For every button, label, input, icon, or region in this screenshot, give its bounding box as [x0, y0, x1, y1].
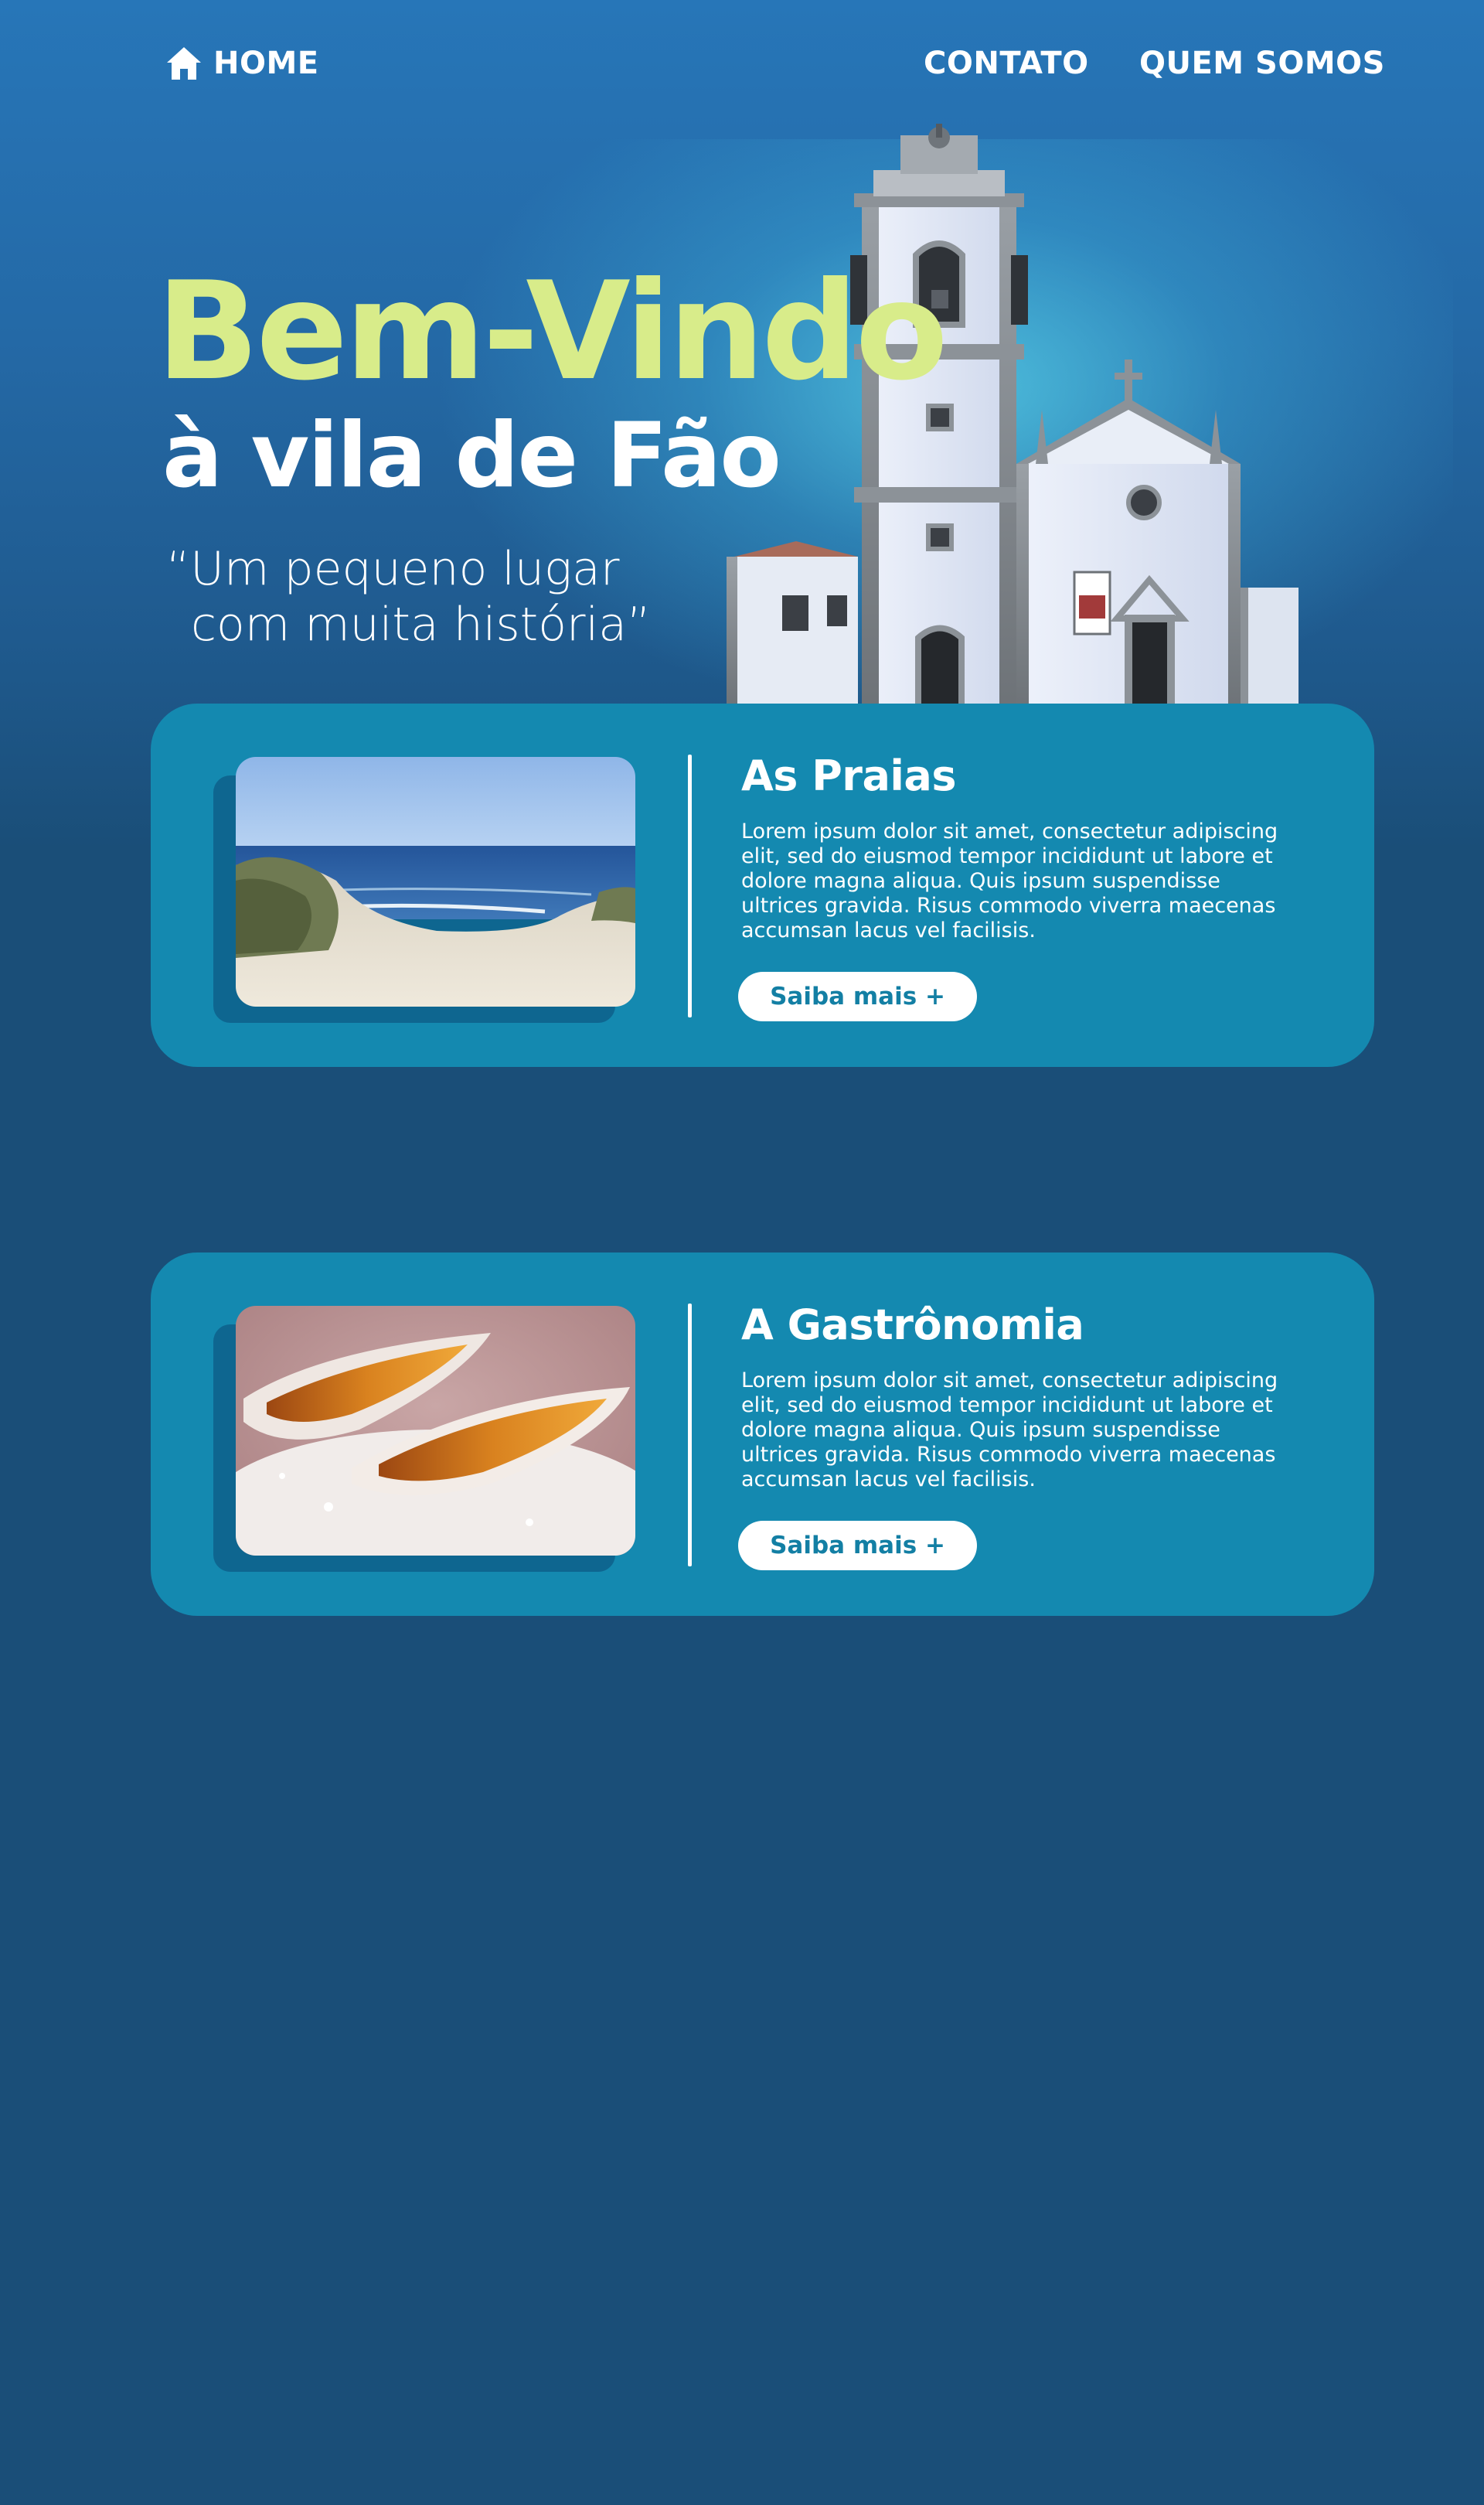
card-divider: [688, 755, 692, 1017]
hero-quote-line-2: com muita história”: [191, 598, 652, 652]
hero-quote: “Um pequeno lugar com muita história”: [166, 541, 651, 653]
hero-quote-line-1: “Um pequeno lugar: [166, 542, 620, 596]
card-divider: [688, 1304, 692, 1566]
nav-contact-link[interactable]: CONTATO: [924, 40, 1089, 87]
pastry-image: [236, 1306, 635, 1556]
card-description: Lorem ipsum dolor sit amet, consectetur …: [741, 820, 1278, 942]
top-nav: HOME CONTATO QUEM SOMOS: [0, 40, 1484, 87]
nav-home-label: HOME: [213, 46, 319, 81]
card-description: Lorem ipsum dolor sit amet, consectetur …: [741, 1368, 1278, 1491]
saiba-mais-button[interactable]: Saiba mais +: [738, 972, 977, 1021]
saiba-mais-button[interactable]: Saiba mais +: [738, 1521, 977, 1570]
nav-home-link[interactable]: HOME: [165, 40, 319, 87]
church-illustration: [727, 124, 1298, 711]
hero-title: Bem-Vindo: [156, 254, 948, 411]
pastry-photo: [236, 1306, 635, 1556]
card-title: As Praias: [741, 752, 956, 800]
nav-about-link[interactable]: QUEM SOMOS: [1139, 40, 1385, 87]
beach-photo: [236, 757, 635, 1007]
home-icon: [167, 47, 201, 80]
card-gastronomia: A Gastrônomia Lorem ipsum dolor sit amet…: [151, 1252, 1374, 1616]
beach-image: [236, 757, 635, 1007]
card-title: A Gastrônomia: [741, 1300, 1084, 1349]
hero-subtitle: à vila de Fão: [162, 404, 781, 508]
card-praias: As Praias Lorem ipsum dolor sit amet, co…: [151, 704, 1374, 1067]
